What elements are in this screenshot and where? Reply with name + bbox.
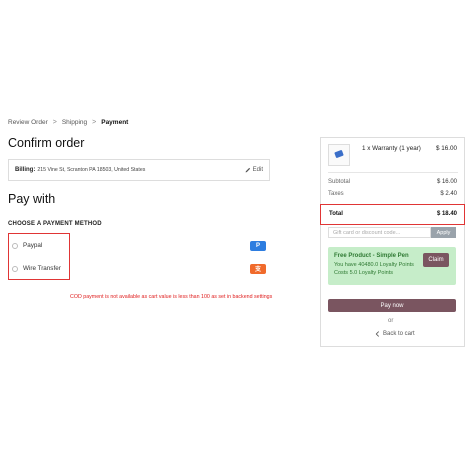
total-label: Total: [329, 211, 343, 217]
back-to-cart-link[interactable]: Back to cart: [375, 331, 415, 337]
product-price: $ 16.00: [435, 145, 457, 152]
breadcrumb: Review Order > Shipping > Payment: [8, 119, 128, 126]
pencil-icon: [245, 167, 250, 173]
order-summary-panel: [320, 137, 465, 347]
total-value: $ 18.40: [436, 211, 457, 217]
edit-label: Edit: [252, 167, 263, 173]
or-separator: or: [388, 318, 394, 324]
breadcrumb-separator-icon: >: [52, 119, 57, 126]
billing-address: 215 Vine St, Scranton PA 18503, United S…: [37, 167, 146, 173]
billing-label: Billing:: [15, 167, 36, 173]
alipay-logo-icon: 支: [250, 263, 266, 274]
page-title: Confirm order: [8, 136, 85, 150]
edit-billing-button[interactable]: Edit: [245, 167, 263, 173]
promo-points-balance: You have 40480.0 Loyalty Points: [334, 262, 414, 268]
divider: [328, 172, 458, 173]
subtotal-label: Subtotal: [328, 179, 351, 185]
breadcrumb-review-order[interactable]: Review Order: [8, 119, 48, 126]
chevron-left-icon: [375, 331, 379, 337]
apply-button[interactable]: Apply: [431, 227, 456, 238]
taxes-value: $ 2.40: [440, 191, 457, 197]
subtotal-value: $ 16.00: [436, 179, 457, 185]
breadcrumb-shipping[interactable]: Shipping: [62, 119, 87, 126]
taxes-label: Taxes: [328, 191, 344, 197]
paypal-logo-icon: P: [250, 240, 266, 251]
claim-button[interactable]: Claim: [423, 253, 449, 267]
device-icon: [334, 149, 344, 159]
cod-unavailable-message: COD payment is not available as cart val…: [70, 294, 273, 300]
product-thumbnail: [328, 144, 350, 166]
discount-code-input[interactable]: [328, 227, 431, 238]
pay-with-title: Pay with: [8, 192, 56, 206]
billing-box: Billing: 215 Vine St, Scranton PA 18503,…: [8, 159, 270, 181]
breadcrumb-separator-icon: >: [92, 119, 97, 126]
product-name: 1 x Warranty (1 year): [362, 145, 421, 152]
breadcrumb-payment: Payment: [101, 119, 129, 126]
promo-points-cost: Costs 5.0 Loyalty Points: [334, 270, 394, 276]
pay-now-button[interactable]: Pay now: [328, 299, 456, 312]
payment-method-highlight: [8, 233, 70, 280]
choose-payment-method-label: CHOOSE A PAYMENT METHOD: [8, 221, 102, 227]
back-to-cart-label: Back to cart: [383, 331, 415, 337]
promo-title: Free Product - Simple Pen: [334, 253, 409, 259]
